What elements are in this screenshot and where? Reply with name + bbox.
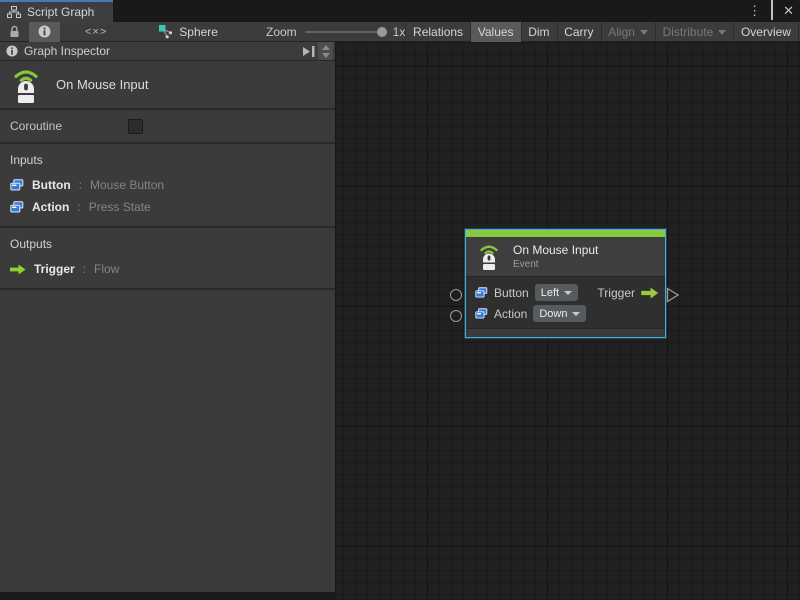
inputs-title: Inputs	[10, 153, 325, 167]
node-row-button: Button Left Trigger	[466, 282, 665, 303]
breadcrumb[interactable]: Sphere	[130, 24, 228, 39]
action-value-dropdown[interactable]: Down	[533, 305, 586, 322]
zoom-slider[interactable]	[305, 31, 385, 33]
node-row-action: Action Down	[466, 303, 665, 324]
toolbar-button-relations[interactable]: Relations	[406, 22, 470, 42]
scroll-down-icon[interactable]	[322, 53, 330, 58]
object-port-icon	[475, 308, 488, 319]
node-header: On Mouse Input Event	[466, 237, 665, 277]
zoom-value: 1x	[393, 25, 406, 39]
output-port-trigger[interactable]	[666, 287, 680, 303]
node-footer	[466, 328, 665, 337]
chevron-down-icon	[718, 30, 726, 35]
outputs-title: Outputs	[10, 237, 325, 251]
window-maximize-icon[interactable]	[771, 2, 773, 20]
flow-arrow-icon[interactable]	[641, 287, 659, 299]
mouse-event-icon	[10, 67, 42, 103]
toolbar-button-carry[interactable]: Carry	[557, 22, 600, 42]
toolbar-button-overview[interactable]: Overview	[734, 22, 798, 42]
toolbar-button-align[interactable]: Align	[601, 22, 655, 42]
edit-script-button[interactable]: <×>	[76, 22, 116, 42]
flow-arrow-icon	[10, 264, 26, 275]
input-port-button[interactable]	[450, 289, 462, 301]
code-icon: <×>	[85, 26, 107, 38]
graph-toolbar: <×> Sphere Zoom 1x Relations Values Dim …	[0, 22, 800, 42]
zoom-label: Zoom	[266, 25, 297, 39]
lock-button[interactable]	[0, 22, 29, 42]
inspector-title: Graph Inspector	[24, 44, 110, 58]
coroutine-label: Coroutine	[10, 119, 62, 133]
input-port-action[interactable]	[450, 310, 462, 322]
info-icon	[38, 25, 51, 38]
window-menu-icon[interactable]: ⋮	[748, 0, 761, 22]
chevron-down-icon	[640, 30, 648, 35]
trigger-port-label: Trigger	[597, 286, 635, 300]
node-body: Button Left Trigger Actio	[466, 277, 665, 328]
object-port-icon	[10, 201, 24, 213]
inspector-scroll-stepper	[318, 42, 333, 60]
chevron-down-icon	[572, 312, 580, 316]
toolbar-button-values[interactable]: Values	[471, 22, 521, 42]
info-icon	[6, 45, 18, 57]
graph-owner-icon	[158, 24, 173, 39]
toolbar-button-distribute[interactable]: Distribute	[656, 22, 734, 42]
graph-inspector-panel: Graph Inspector On Mouse Input Coroutine…	[0, 42, 336, 592]
inputs-section: Inputs Button : Mouse Button Action : Pr…	[0, 144, 335, 228]
tab-script-graph[interactable]: Script Graph	[0, 0, 113, 22]
node-subtitle: Event	[513, 259, 598, 270]
input-row-action: Action : Press State	[10, 200, 325, 214]
scroll-up-icon[interactable]	[322, 45, 330, 50]
unit-header: On Mouse Input	[0, 61, 335, 110]
mouse-event-icon	[477, 243, 501, 270]
node-color-bar	[466, 230, 665, 237]
script-graph-icon	[7, 6, 21, 18]
unit-title: On Mouse Input	[56, 77, 149, 92]
node-title: On Mouse Input	[513, 243, 598, 257]
object-port-icon	[475, 287, 488, 298]
tab-title: Script Graph	[27, 5, 94, 19]
button-value-dropdown[interactable]: Left	[535, 284, 578, 301]
object-port-icon	[10, 179, 24, 191]
lock-icon	[9, 25, 20, 38]
toolbar-button-dim[interactable]: Dim	[521, 22, 556, 42]
zoom-slider-handle[interactable]	[377, 27, 387, 37]
input-row-button: Button : Mouse Button	[10, 178, 325, 192]
coroutine-checkbox[interactable]	[128, 119, 143, 134]
chevron-down-icon	[564, 291, 572, 295]
coroutine-row: Coroutine	[0, 110, 335, 144]
breadcrumb-label: Sphere	[179, 25, 218, 39]
graph-canvas[interactable]: On Mouse Input Event Button Left Trigger	[336, 42, 800, 600]
node-on-mouse-input[interactable]: On Mouse Input Event Button Left Trigger	[465, 229, 666, 338]
output-row-trigger: Trigger : Flow	[10, 262, 325, 276]
title-bar: Script Graph ⋮ ✕	[0, 0, 800, 22]
inspector-header: Graph Inspector	[0, 42, 335, 61]
inspector-toggle-button[interactable]	[29, 22, 60, 42]
window-close-icon[interactable]: ✕	[783, 0, 794, 22]
panel-bottom-edge	[0, 592, 336, 600]
dock-panel-icon[interactable]	[302, 45, 316, 58]
outputs-section: Outputs Trigger : Flow	[0, 228, 335, 290]
